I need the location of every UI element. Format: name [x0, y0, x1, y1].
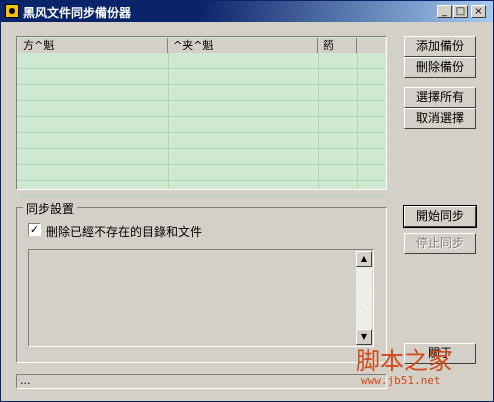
scroll-up-icon[interactable]: ▲	[356, 251, 372, 267]
list-header: 方^魁 ^夹^魁 箹	[18, 38, 385, 53]
list-rows	[18, 53, 385, 197]
delete-backup-button[interactable]: 刪除備份	[404, 57, 476, 78]
select-all-button[interactable]: 選擇所有	[404, 87, 476, 108]
maximize-button[interactable]: □	[453, 5, 468, 18]
status-bar: ...	[16, 374, 387, 389]
list-row[interactable]	[18, 101, 385, 117]
log-textarea[interactable]: ▲ ▼	[28, 249, 374, 347]
list-row[interactable]	[18, 117, 385, 133]
watermark-url: www.jb51.net	[361, 374, 441, 387]
sync-settings-label: 同步設置	[23, 200, 78, 217]
minimize-button[interactable]: _	[437, 5, 452, 18]
list-row[interactable]	[18, 165, 385, 181]
delete-missing-label[interactable]: 刪除已經不存在的目錄和文件	[46, 223, 202, 240]
cancel-selection-button[interactable]: 取消選擇	[404, 108, 476, 129]
list-row[interactable]	[18, 69, 385, 85]
column-header-target[interactable]: ^夹^魁	[168, 38, 318, 53]
backup-list[interactable]: 方^魁 ^夹^魁 箹	[16, 36, 387, 197]
stop-sync-button[interactable]: 停止同步	[404, 233, 476, 254]
log-scrollbar[interactable]: ▲ ▼	[356, 251, 372, 345]
column-divider	[168, 53, 169, 188]
close-button[interactable]: ×	[471, 5, 486, 18]
delete-missing-checkbox[interactable]: ✓	[28, 223, 41, 236]
list-row[interactable]	[18, 133, 385, 149]
app-icon[interactable]	[5, 4, 19, 18]
list-row[interactable]	[18, 85, 385, 101]
title-bar[interactable]: 黑风文件同步備份器 _ □ ×	[1, 1, 493, 22]
column-divider	[318, 53, 319, 188]
start-sync-button[interactable]: 開始同步	[403, 205, 477, 228]
list-row[interactable]	[18, 149, 385, 165]
list-row[interactable]	[18, 181, 385, 197]
watermark-logo: 脚本之家	[356, 347, 452, 375]
column-header-source[interactable]: 方^魁	[18, 38, 168, 53]
window-title: 黑风文件同步備份器	[23, 6, 132, 20]
column-divider	[357, 53, 358, 188]
main-window: 黑风文件同步備份器 _ □ × 方^魁 ^夹^魁 箹 添加備份 刪除備份 選擇所…	[0, 0, 494, 402]
column-header-type[interactable]: 箹	[318, 38, 357, 53]
list-row[interactable]	[18, 53, 385, 69]
add-backup-button[interactable]: 添加備份	[404, 36, 476, 57]
